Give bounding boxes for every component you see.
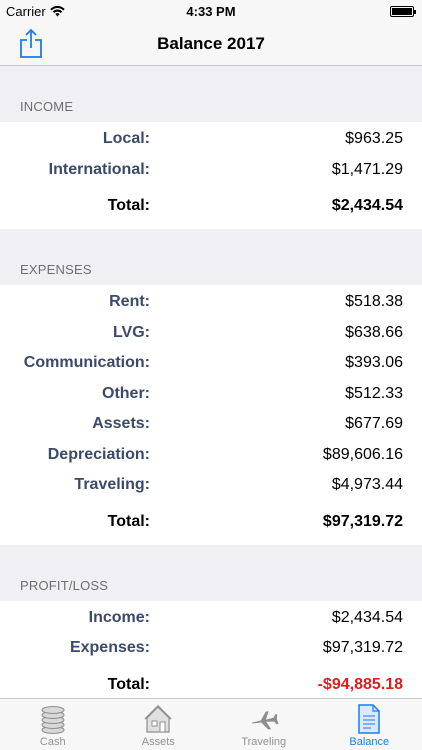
row-label: International: xyxy=(48,160,150,178)
row-value: $963.25 xyxy=(345,130,403,147)
row-label: Depreciation: xyxy=(47,445,150,463)
status-bar: Carrier 4:33 PM xyxy=(0,0,422,22)
row-label: LVG: xyxy=(112,323,150,341)
tab-label: Balance xyxy=(349,736,390,748)
profit-loss-row-income: Income: $2,434.54 xyxy=(0,603,422,634)
row-value: $2,434.54 xyxy=(331,608,403,626)
battery-icon xyxy=(390,6,416,17)
total-label: Total: xyxy=(107,197,150,214)
profit-loss-row-expenses: Expenses: $97,319.72 xyxy=(0,633,422,664)
expenses-row-rent: Rent: $518.38 xyxy=(0,287,422,318)
row-label: Assets: xyxy=(92,415,150,432)
profit-loss-total-row: Total: -$94,885.18 xyxy=(0,664,422,699)
expenses-section-header: EXPENSES xyxy=(20,262,92,277)
tab-bar: Cash Assets Traveling Balance xyxy=(0,698,422,750)
status-time: 4:33 PM xyxy=(186,4,236,19)
row-value: $638.66 xyxy=(345,323,403,341)
total-label: Total: xyxy=(107,512,150,530)
tab-traveling[interactable]: Traveling xyxy=(211,699,317,750)
row-value: $4,973.44 xyxy=(331,476,403,493)
tab-label: Cash xyxy=(39,736,66,748)
income-row-international: International: $1,471.29 xyxy=(0,155,422,186)
profit-loss-section: Income: $2,434.54 Expenses: $97,319.72 T… xyxy=(0,600,422,699)
document-icon xyxy=(358,704,380,734)
row-label: Other: xyxy=(102,384,150,402)
total-value-negative: -$94,885.18 xyxy=(317,675,403,693)
expenses-row-assets: Assets: $677.69 xyxy=(0,409,422,440)
expenses-row-other: Other: $512.33 xyxy=(0,379,422,410)
row-value: $677.69 xyxy=(345,415,403,432)
tab-cash[interactable]: Cash xyxy=(0,699,106,750)
row-label: Communication: xyxy=(23,354,150,371)
row-label: Traveling: xyxy=(74,476,150,493)
income-row-local: Local: $963.25 xyxy=(0,124,422,155)
balance-content[interactable]: INCOME Local: $963.25 International: $1,… xyxy=(0,66,422,698)
expenses-total-row: Total: $97,319.72 xyxy=(0,501,422,539)
row-label: Income: xyxy=(88,608,150,626)
row-value: $97,319.72 xyxy=(322,639,403,656)
row-value: $512.33 xyxy=(345,384,403,402)
row-value: $518.38 xyxy=(345,293,403,310)
expenses-row-traveling: Traveling: $4,973.44 xyxy=(0,470,422,501)
navigation-bar: Balance 2017 xyxy=(0,22,422,66)
page-title: Balance 2017 xyxy=(157,34,265,53)
airplane-icon xyxy=(251,711,279,730)
total-value: $2,434.54 xyxy=(331,197,403,214)
house-icon xyxy=(144,704,172,733)
income-section-header: INCOME xyxy=(20,99,74,114)
tab-balance[interactable]: Balance xyxy=(317,699,422,750)
row-label: Local: xyxy=(102,130,150,147)
tab-assets[interactable]: Assets xyxy=(106,699,212,750)
expenses-row-lvg: LVG: $638.66 xyxy=(0,318,422,349)
profit-loss-section-header: PROFIT/LOSS xyxy=(20,577,109,593)
total-value: $97,319.72 xyxy=(322,512,403,530)
row-value: $393.06 xyxy=(345,354,403,371)
coins-icon xyxy=(41,706,65,734)
row-label: Rent: xyxy=(109,293,150,310)
income-section: Local: $963.25 International: $1,471.29 … xyxy=(0,122,422,229)
income-total-row: Total: $2,434.54 xyxy=(0,185,422,223)
row-value: $89,606.16 xyxy=(322,445,403,463)
expenses-row-communication: Communication: $393.06 xyxy=(0,348,422,379)
expenses-row-depreciation: Depreciation: $89,606.16 xyxy=(0,440,422,471)
row-value: $1,471.29 xyxy=(331,160,403,178)
row-label: Expenses: xyxy=(69,639,150,656)
expenses-section: Rent: $518.38 LVG: $638.66 Communication… xyxy=(0,285,422,545)
total-label: Total: xyxy=(107,675,150,693)
tab-label: Assets xyxy=(141,736,175,748)
tab-label: Traveling xyxy=(241,736,287,748)
